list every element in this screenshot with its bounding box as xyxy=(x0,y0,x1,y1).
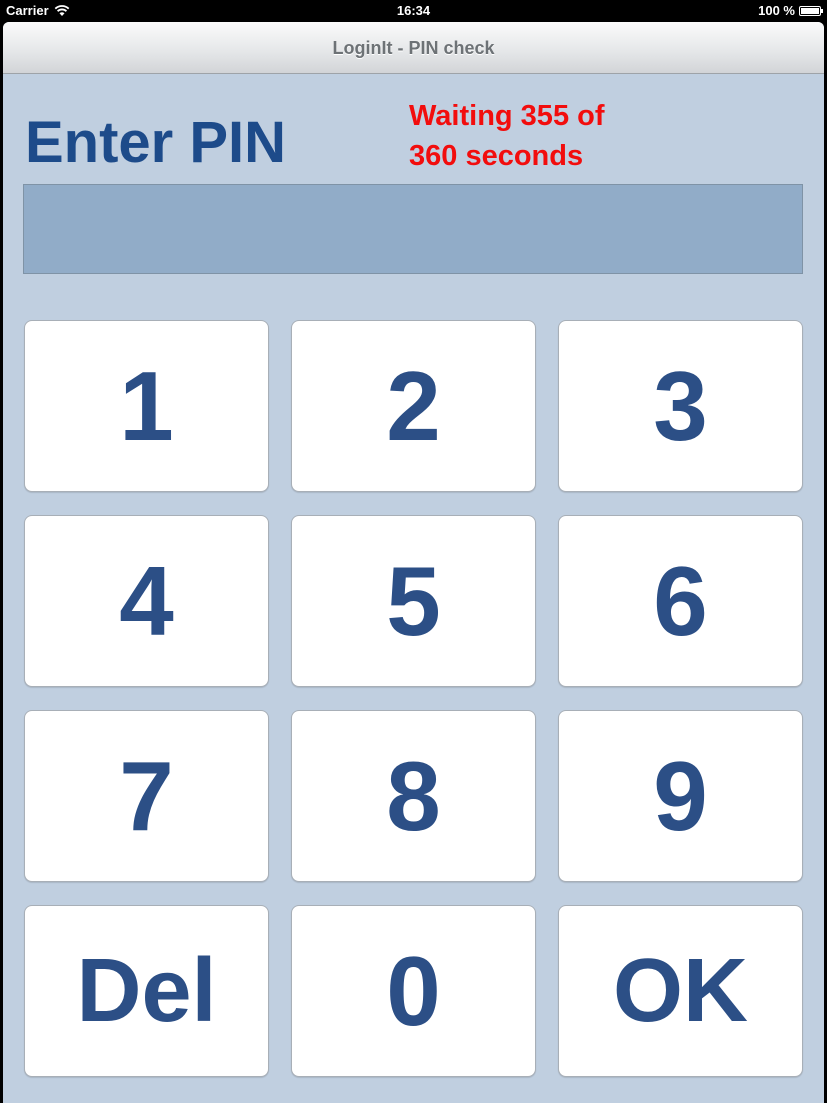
key-7[interactable]: 7 xyxy=(24,710,269,882)
battery-status: 100 % xyxy=(758,3,823,18)
wait-status-line-1: Waiting 355 of xyxy=(409,100,605,132)
key-2[interactable]: 2 xyxy=(291,320,536,492)
ok-button[interactable]: OK xyxy=(558,905,803,1077)
key-4[interactable]: 4 xyxy=(24,515,269,687)
status-bar: Carrier 16:34 100 % xyxy=(0,0,827,22)
key-1[interactable]: 1 xyxy=(24,320,269,492)
pin-input-field[interactable] xyxy=(23,184,803,274)
app-window: LoginIt - PIN check Enter PIN Waiting 35… xyxy=(3,22,824,1103)
wait-status: Waiting 355 of 360 seconds xyxy=(409,96,709,176)
battery-percent: 100 % xyxy=(758,3,795,18)
key-9[interactable]: 9 xyxy=(558,710,803,882)
key-3[interactable]: 3 xyxy=(558,320,803,492)
key-0[interactable]: 0 xyxy=(291,905,536,1077)
key-6[interactable]: 6 xyxy=(558,515,803,687)
clock: 16:34 xyxy=(396,3,431,18)
wait-status-line-2: 360 seconds xyxy=(409,140,584,172)
page-title: Enter PIN xyxy=(25,110,287,175)
navigation-bar: LoginIt - PIN check xyxy=(3,22,824,74)
key-8[interactable]: 8 xyxy=(291,710,536,882)
nav-title: LoginIt - PIN check xyxy=(332,38,495,58)
delete-button[interactable]: Del xyxy=(24,905,269,1077)
battery-icon xyxy=(799,5,823,16)
key-5[interactable]: 5 xyxy=(291,515,536,687)
